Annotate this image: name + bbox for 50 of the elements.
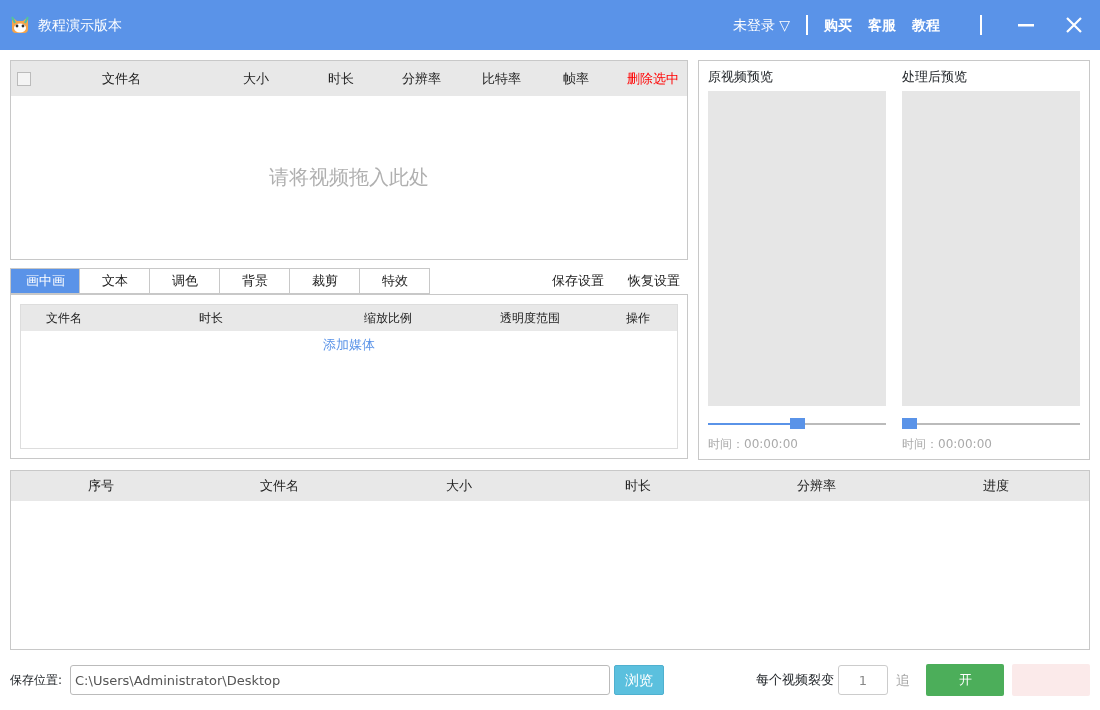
browse-button[interactable]: 浏览 [614, 665, 665, 695]
time-readout: 时间：00:00:00 [708, 435, 799, 453]
select-all-checkbox[interactable] [17, 71, 31, 86]
header-link[interactable]: 教程 [912, 14, 940, 36]
settings-action[interactable]: 保存设置 [552, 270, 604, 290]
tab[interactable]: 背景 [220, 268, 290, 294]
column-header: 文件名 [260, 478, 299, 494]
slider-thumb[interactable] [902, 417, 917, 429]
tab[interactable]: 画中画 [10, 268, 80, 294]
header-link[interactable]: 购买 [824, 14, 852, 36]
column-header: 帧率 [563, 70, 589, 86]
append-label: 追 [896, 670, 910, 690]
time-readout: 时间：00:00:00 [902, 435, 993, 453]
cat-logo-icon [10, 15, 30, 35]
close-icon [1065, 16, 1083, 34]
tab[interactable]: 调色 [150, 268, 220, 294]
preview-title: 处理后预览 [902, 68, 968, 86]
tab[interactable]: 文本 [80, 268, 150, 294]
save-location-label: 保存位置: [10, 672, 63, 689]
settings-action[interactable]: 恢复设置 [628, 270, 680, 290]
drop-hint: 请将视频拖入此处 [269, 164, 429, 191]
slider-thumb[interactable] [789, 417, 805, 429]
split-count-label: 每个视频裂变 [756, 671, 834, 690]
window-title: 教程演示版本 [38, 15, 122, 35]
tab[interactable]: 裁剪 [290, 268, 360, 294]
column-header: 大小 [445, 478, 472, 494]
split-count-field[interactable]: 1 [838, 665, 888, 695]
header-link[interactable]: 客服 [868, 14, 896, 36]
column-header: 时长 [624, 478, 651, 494]
column-header: 时长 [198, 311, 223, 325]
preview-title: 原视频预览 [708, 68, 774, 86]
column-header: 时长 [328, 70, 354, 86]
minimize-icon [1018, 23, 1034, 27]
column-header: 文件名 [46, 311, 83, 325]
column-header: 进度 [982, 478, 1009, 494]
column-header: 序号 [87, 478, 114, 494]
column-header: 文件名 [101, 70, 141, 86]
account-menu[interactable]: 未登录 ▽ [732, 14, 790, 36]
column-header: 大小 [243, 70, 269, 86]
start-button[interactable]: 开 [926, 664, 1004, 696]
tab[interactable]: 特效 [360, 268, 430, 294]
column-header: 透明度范围 [500, 311, 561, 325]
column-header: 比特率 [481, 70, 521, 86]
column-header: 分辨率 [401, 70, 441, 86]
save-path-field[interactable]: C:\Users\Administrator\Desktop [70, 665, 611, 695]
delete-selected-link[interactable]: 删除选中 [627, 68, 679, 89]
column-header: 缩放比例 [363, 311, 412, 325]
add-media-link[interactable]: 添加媒体 [323, 337, 375, 352]
column-header: 操作 [626, 311, 651, 325]
column-header: 分辨率 [797, 478, 836, 494]
